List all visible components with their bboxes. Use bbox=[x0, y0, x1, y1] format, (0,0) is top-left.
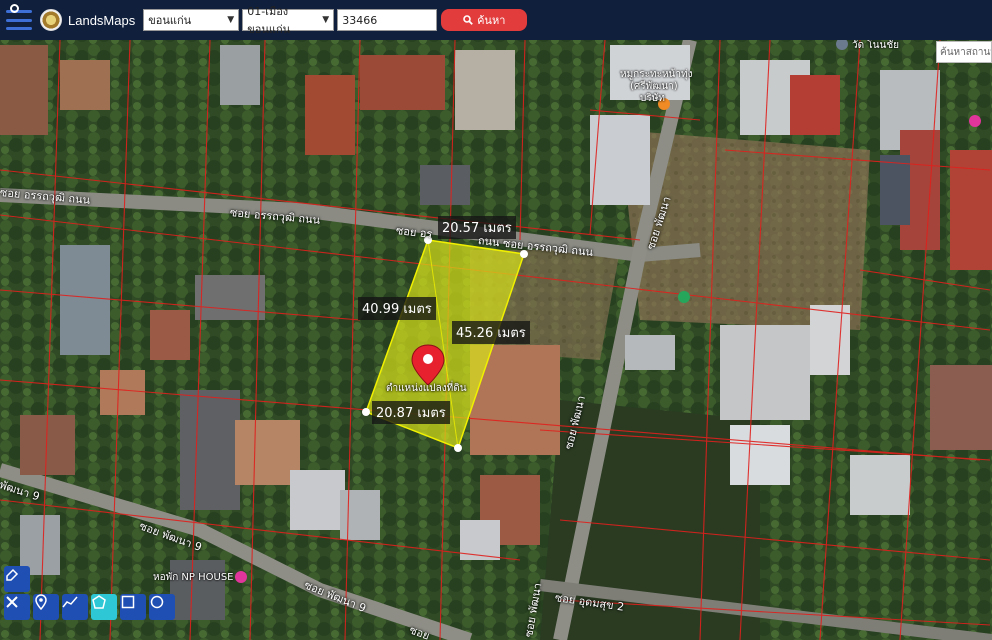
province-value: ขอนแก่น bbox=[148, 14, 192, 27]
poi-label: บริษัท bbox=[640, 93, 665, 104]
shopping-poi-icon bbox=[969, 115, 981, 127]
parcel-number-input[interactable] bbox=[337, 9, 438, 31]
clear-tool-button[interactable] bbox=[4, 594, 30, 620]
parcel-vertex bbox=[362, 408, 370, 416]
line-measure-icon bbox=[62, 596, 78, 608]
chevron-down-icon: ▼ bbox=[322, 15, 330, 25]
top-bar: LandsMaps ขอนแก่น ▼ 01-เมืองขอนแก่น ▼ ค้… bbox=[0, 0, 992, 40]
eraser-icon bbox=[6, 568, 19, 581]
measurement-left-edge: 40.99 เมตร bbox=[358, 297, 436, 320]
parcel-vertex bbox=[454, 444, 462, 452]
close-cross-icon bbox=[6, 596, 18, 608]
notification-dot-icon bbox=[10, 4, 19, 13]
circle-icon bbox=[150, 595, 164, 609]
district-select[interactable]: 01-เมืองขอนแก่น ▼ bbox=[242, 5, 335, 36]
search-icon bbox=[463, 15, 473, 25]
district-value: 01-เมืองขอนแก่น bbox=[247, 5, 291, 36]
polygon-icon bbox=[92, 595, 106, 609]
hotel-poi-icon bbox=[235, 571, 247, 583]
eraser-tool-button[interactable] bbox=[4, 566, 30, 592]
circle-tool-button[interactable] bbox=[149, 594, 175, 620]
satellite-map[interactable]: 20.57 เมตร 40.99 เมตร 45.26 เมตร 20.87 เ… bbox=[0, 40, 992, 640]
line-measure-tool-button[interactable] bbox=[62, 594, 88, 620]
rectangle-tool-button[interactable] bbox=[120, 594, 146, 620]
rectangle-icon bbox=[121, 595, 135, 609]
province-select[interactable]: ขอนแก่น ▼ bbox=[143, 9, 240, 31]
marker-tool-button[interactable] bbox=[33, 594, 59, 620]
polygon-tool-button[interactable] bbox=[91, 594, 117, 620]
poi-label: หอพัก NP HOUSE bbox=[153, 572, 234, 583]
department-seal-logo bbox=[40, 9, 62, 31]
marker-icon bbox=[35, 594, 47, 610]
measurement-bottom-edge: 20.87 เมตร bbox=[372, 401, 450, 424]
search-button[interactable]: ค้นหา bbox=[441, 9, 528, 31]
measurement-right-edge: 45.26 เมตร bbox=[452, 321, 530, 344]
landsmaps-app: LandsMaps ขอนแก่น ▼ 01-เมืองขอนแก่น ▼ ค้… bbox=[0, 0, 992, 640]
brand-title: LandsMaps bbox=[68, 12, 136, 28]
poi-label: วัด โนนชัย bbox=[852, 40, 899, 51]
road-label: ซอย อร bbox=[395, 224, 433, 241]
parcel-caption: ตำแหน่งแปลงที่ดิน bbox=[386, 383, 467, 394]
chevron-down-icon: ▼ bbox=[227, 15, 235, 25]
park-poi-icon bbox=[678, 291, 690, 303]
place-search-input[interactable]: ค้นหาสถานที่ bbox=[936, 41, 992, 63]
menu-icon[interactable] bbox=[6, 4, 32, 30]
search-button-label: ค้นหา bbox=[477, 14, 506, 27]
